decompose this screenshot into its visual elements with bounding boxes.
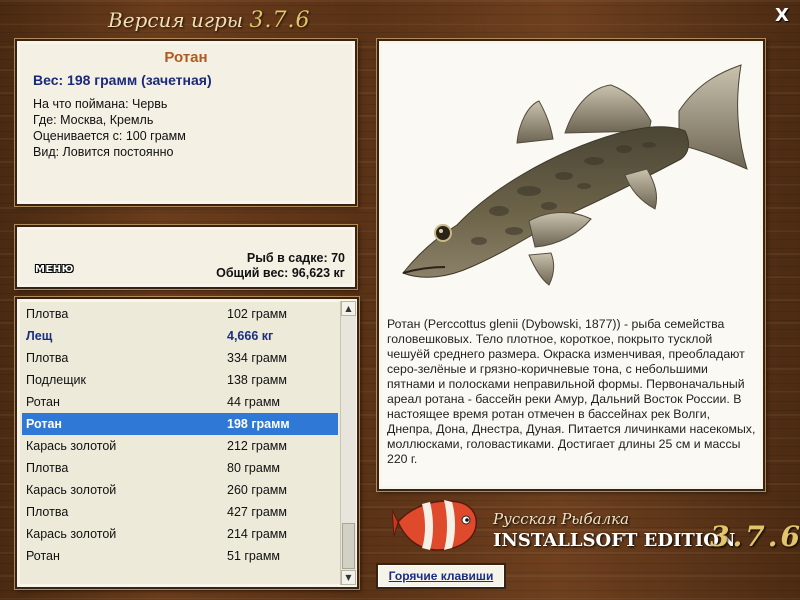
catch-list-item[interactable]: Ротан 44 грамм: [22, 391, 338, 413]
catch-fish-weight: 138 грамм: [227, 373, 287, 387]
catch-list-item[interactable]: Карась золотой 212 грамм: [22, 435, 338, 457]
catch-fish-weight: 212 грамм: [227, 439, 287, 453]
fish-name: Ротан: [164, 49, 208, 66]
catch-fish-name: Плотва: [26, 351, 69, 365]
catch-list-item[interactable]: Плотва 80 грамм: [22, 457, 338, 479]
fish-info-panel: Ротан Вес: 198 грамм (зачетная) На что п…: [15, 39, 357, 206]
catch-fish-weight: 51 грамм: [227, 549, 281, 563]
fish-picture-panel: Ротан (Perccottus glenii (Dybowski, 1877…: [377, 39, 765, 491]
logo-edition: INSTALLSOFT EDITION: [493, 530, 736, 551]
title-version: 3.7.6: [249, 8, 311, 33]
catch-fish-weight: 44 грамм: [227, 395, 281, 409]
fish-location: Где: Москва, Кремль: [33, 113, 154, 127]
scroll-down-arrow-icon[interactable]: ▼: [341, 570, 356, 585]
catch-fish-weight: 4,666 кг: [227, 329, 274, 343]
catch-fish-name: Ротан: [26, 549, 60, 563]
catch-list-item[interactable]: Плотва 334 грамм: [22, 347, 338, 369]
catch-fish-weight: 198 грамм: [227, 417, 290, 431]
catch-fish-weight: 334 грамм: [227, 351, 287, 365]
game-version-title: Версия игры 3.7.6: [108, 8, 311, 38]
catch-fish-name: Карась золотой: [26, 483, 117, 497]
catch-fish-name: Карась золотой: [26, 527, 117, 541]
catch-fish-name: Ротан: [26, 395, 60, 409]
catch-fish-name: Лещ: [26, 329, 53, 343]
catch-list-item[interactable]: Лещ 4,666 кг: [22, 325, 338, 347]
menu-button[interactable]: МЕНЮ: [35, 264, 74, 275]
catch-fish-name: Плотва: [26, 461, 69, 475]
catch-fish-weight: 214 грамм: [227, 527, 287, 541]
catch-list-item[interactable]: Карась золотой 214 грамм: [22, 523, 338, 545]
catch-list-item[interactable]: Ротан 51 грамм: [22, 545, 338, 567]
catch-fish-name: Ротан: [26, 417, 62, 431]
close-button[interactable]: X: [772, 6, 792, 26]
catch-list-item[interactable]: Подлещик 138 грамм: [22, 369, 338, 391]
logo-version: 3.7.6: [710, 520, 800, 553]
catch-list-item[interactable]: Карась золотой 260 грамм: [22, 479, 338, 501]
fish-count: Рыб в садке: 70: [246, 251, 345, 265]
catch-fish-weight: 427 грамм: [227, 505, 287, 519]
catch-fish-weight: 80 грамм: [227, 461, 281, 475]
catch-list-item[interactable]: Плотва 102 грамм: [22, 303, 338, 325]
catch-scrollbar[interactable]: ▲ ▼: [340, 301, 356, 585]
fish-rated-from: Оценивается с: 100 грамм: [33, 129, 186, 143]
logo-title: Русская Рыбалка: [493, 510, 630, 528]
keepnet-stats-panel: МЕНЮ Рыб в садке: 70 Общий вес: 96,623 к…: [15, 225, 357, 289]
catch-list-item[interactable]: Ротан 198 грамм: [22, 413, 338, 435]
catch-fish-name: Карась золотой: [26, 439, 117, 453]
total-weight: Общий вес: 96,623 кг: [216, 266, 345, 280]
fish-bait: На что поймана: Червь: [33, 97, 168, 111]
catch-fish-weight: 102 грамм: [227, 307, 287, 321]
catch-fish-name: Плотва: [26, 307, 69, 321]
catch-list[interactable]: Плотва 102 грамм Лещ 4,666 кг Плотва 334 грам…: [15, 297, 359, 589]
catch-list-item[interactable]: Плотва 427 грамм: [22, 501, 338, 523]
fish-weight: Вес: 198 грамм (зачетная): [33, 72, 212, 88]
hotkeys-button[interactable]: Горячие клавиши: [376, 563, 506, 589]
catch-fish-name: Плотва: [26, 505, 69, 519]
catch-fish-weight: 260 грамм: [227, 483, 287, 497]
rotan-fish-image: [402, 64, 748, 286]
logo-fish-icon: [392, 500, 478, 551]
fish-kind: Вид: Ловится постоянно: [33, 145, 174, 159]
scroll-thumb[interactable]: [342, 523, 355, 569]
catch-fish-name: Подлещик: [26, 373, 86, 387]
title-prefix: Версия игры: [108, 8, 244, 32]
fish-description: Ротан (Perccottus glenii (Dybowski, 1877…: [387, 317, 756, 466]
scroll-up-arrow-icon[interactable]: ▲: [341, 301, 356, 316]
